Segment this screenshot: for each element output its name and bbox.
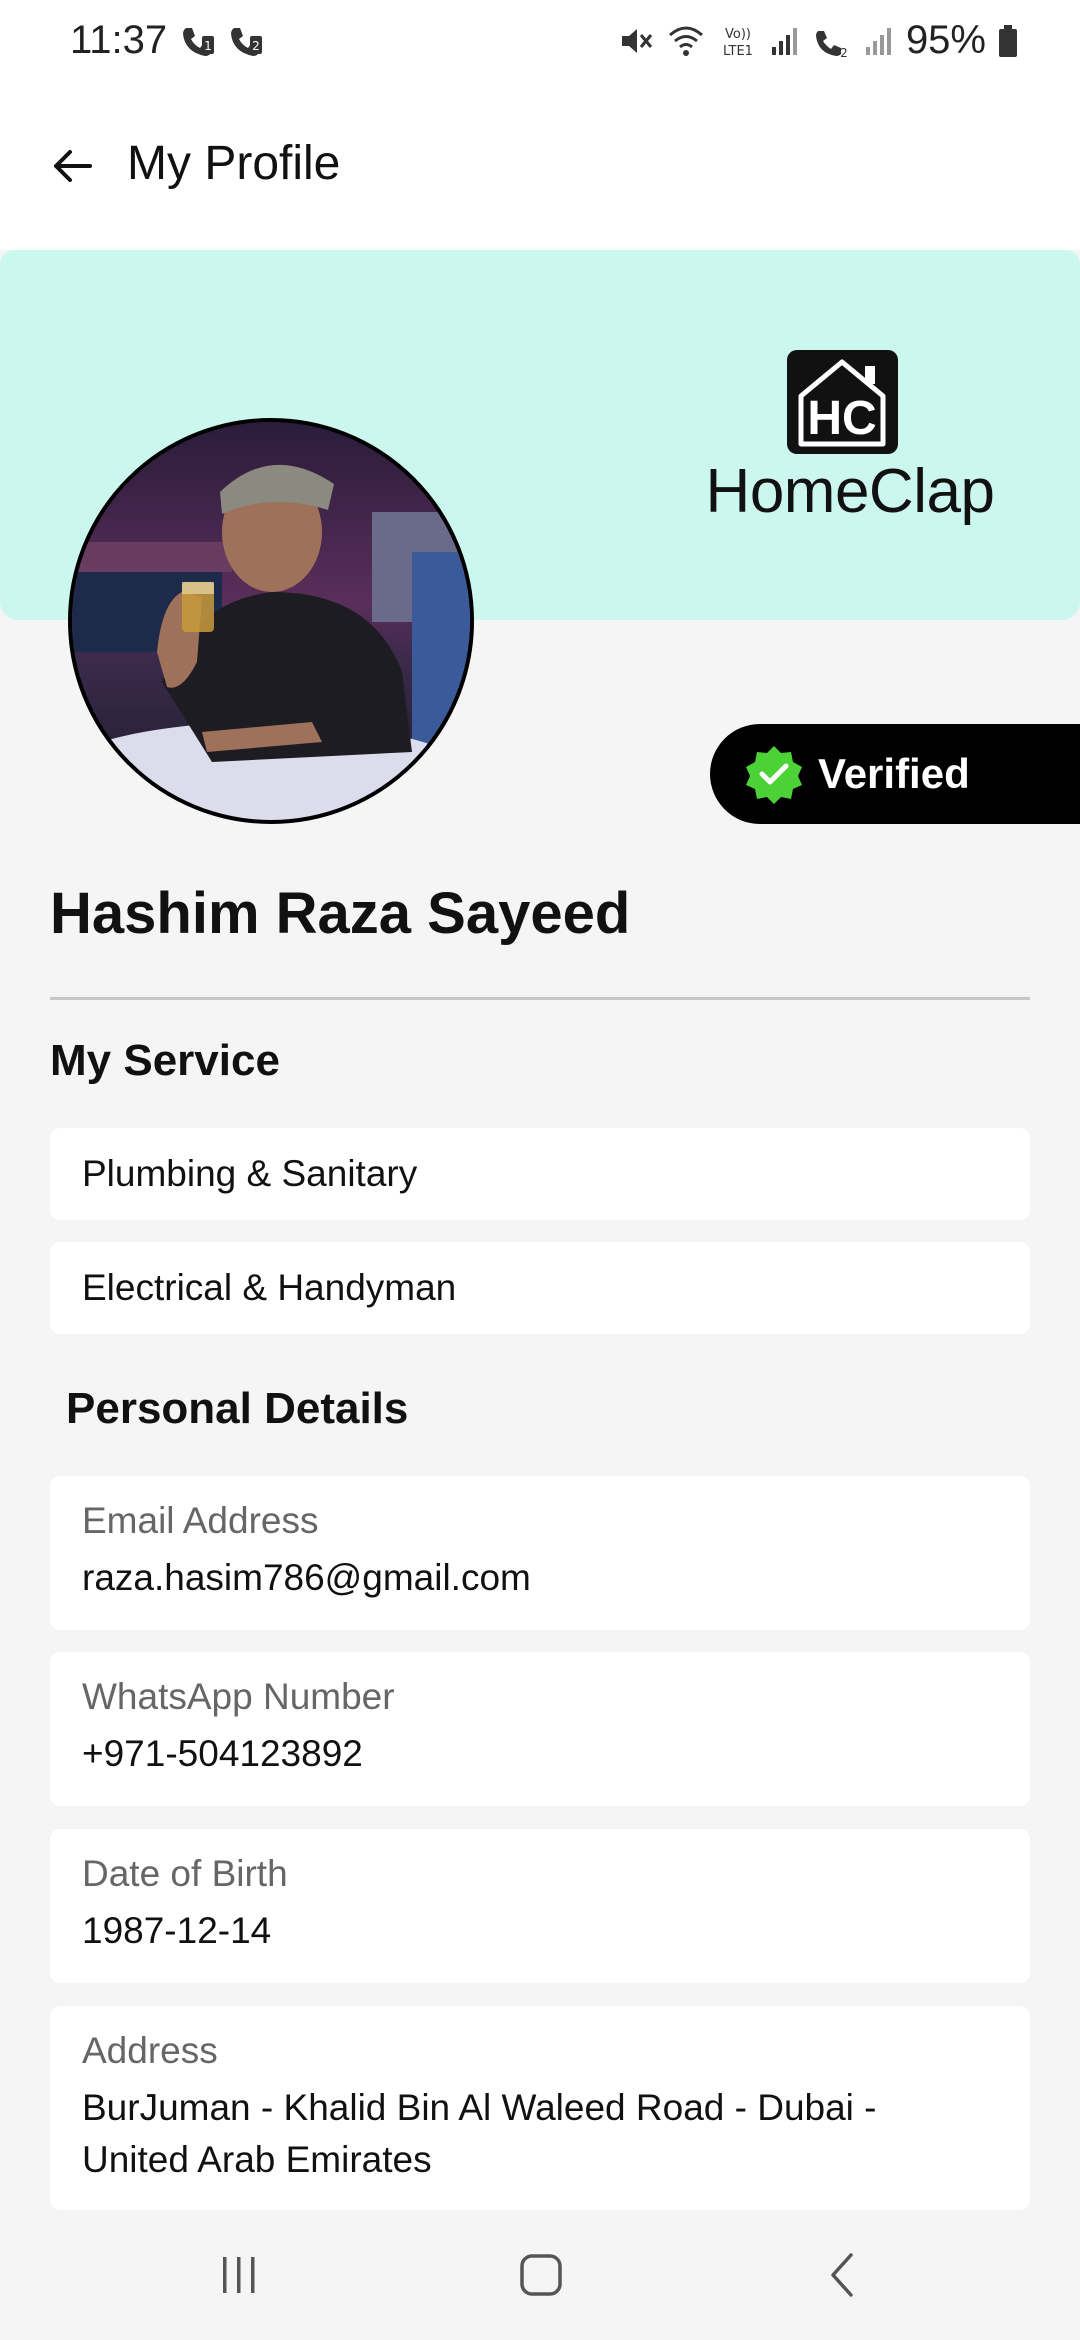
battery-icon — [999, 24, 1017, 57]
call-sim1-icon: 1 — [183, 28, 214, 56]
personal-details-title: Personal Details — [66, 1384, 409, 1433]
email-field[interactable]: Email Address raza.hasim786@gmail.com — [50, 1476, 1030, 1630]
nav-back-button[interactable] — [803, 2244, 883, 2306]
svg-text:2: 2 — [252, 39, 260, 53]
verified-check-icon — [746, 746, 802, 804]
recent-apps-button[interactable] — [199, 2244, 279, 2306]
status-time: 11:37 — [70, 18, 168, 62]
email-value: raza.hasim786@gmail.com — [82, 1557, 531, 1598]
address-value-line2: United Arab Emirates — [82, 2139, 432, 2180]
svg-text:LTE1: LTE1 — [723, 44, 753, 59]
address-label: Address — [82, 2030, 218, 2071]
system-nav-bar — [0, 2210, 1080, 2340]
dob-value: 1987-12-14 — [82, 1910, 272, 1951]
signal-sim2-icon — [865, 27, 891, 55]
recent-apps-icon — [223, 2257, 255, 2293]
status-bar: 11:37 1 2 Vo)) LTE1 2 95% — [0, 0, 1080, 84]
dob-field[interactable]: Date of Birth 1987-12-14 — [50, 1829, 1030, 1983]
avatar-photo — [72, 422, 470, 820]
signal-sim1-icon — [771, 27, 797, 55]
brand-name: HomeClap — [705, 457, 995, 526]
email-label: Email Address — [82, 1500, 319, 1541]
whatsapp-label: WhatsApp Number — [82, 1676, 395, 1717]
avatar — [68, 418, 474, 824]
address-field[interactable]: Address BurJuman - Khalid Bin Al Waleed … — [50, 2006, 1030, 2210]
whatsapp-field[interactable]: WhatsApp Number +971-504123892 — [50, 1652, 1030, 1806]
status-call-icons: 1 2 — [178, 22, 264, 60]
service-item[interactable]: Plumbing & Sanitary — [50, 1128, 1030, 1220]
dob-label: Date of Birth — [82, 1853, 288, 1894]
nav-back-icon — [831, 2253, 853, 2297]
my-service-title: My Service — [50, 1036, 280, 1085]
verified-badge: Verified — [710, 724, 1080, 824]
divider — [50, 997, 1030, 1000]
status-right-icons: Vo)) LTE1 2 95% — [618, 18, 1018, 63]
svg-text:2: 2 — [840, 46, 848, 59]
home-button[interactable] — [501, 2244, 581, 2306]
home-icon — [520, 2254, 562, 2296]
page-title: My Profile — [127, 137, 341, 190]
brand-badge-text: HC — [807, 392, 876, 445]
call-sim2-icon: 2 — [231, 28, 262, 56]
verified-label: Verified — [818, 750, 970, 797]
volte-icon: Vo)) LTE1 — [723, 27, 753, 59]
whatsapp-value: +971-504123892 — [82, 1733, 363, 1774]
brand-logo: HC HomeClap — [690, 348, 1010, 538]
wifi-call-icon: 2 — [815, 30, 848, 59]
wifi-icon — [668, 26, 703, 56]
address-value: BurJuman - Khalid Bin Al Waleed Road - D… — [82, 2087, 877, 2128]
svg-text:Vo)): Vo)) — [725, 27, 751, 42]
service-item[interactable]: Electrical & Handyman — [50, 1242, 1030, 1334]
user-name: Hashim Raza Sayeed — [50, 881, 631, 946]
app-header: My Profile — [0, 84, 1080, 250]
arrow-left-icon — [54, 150, 92, 182]
mute-icon — [621, 28, 653, 53]
house-logo-icon: HC — [787, 350, 898, 454]
battery-percent: 95% — [905, 18, 986, 62]
back-button[interactable] — [40, 134, 104, 198]
svg-text:1: 1 — [204, 39, 212, 53]
